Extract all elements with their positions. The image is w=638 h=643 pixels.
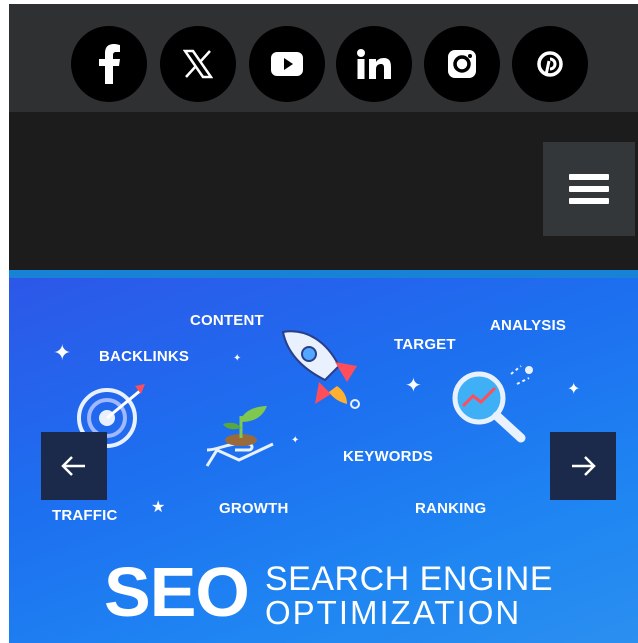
hamburger-menu-button[interactable] bbox=[543, 142, 635, 236]
x-icon bbox=[183, 49, 213, 79]
social-bar bbox=[9, 4, 638, 112]
star-icon: ★ bbox=[151, 499, 166, 516]
hero-title-line1: SEARCH ENGINE bbox=[265, 560, 553, 598]
plant-growth-icon bbox=[205, 406, 274, 467]
sparkle-icon: ✦ bbox=[405, 375, 422, 397]
pinterest-icon bbox=[537, 51, 563, 77]
linkedin-icon bbox=[357, 49, 391, 79]
hero-label-traffic: TRAFFIC bbox=[52, 507, 118, 524]
youtube-icon bbox=[271, 52, 303, 76]
x-link[interactable] bbox=[160, 26, 236, 102]
instagram-link[interactable] bbox=[424, 26, 500, 102]
linkedin-link[interactable] bbox=[336, 26, 412, 102]
hero-label-backlinks: BACKLINKS bbox=[99, 348, 190, 365]
slider-next-button[interactable] bbox=[550, 432, 616, 500]
nav-bar bbox=[9, 112, 638, 270]
facebook-link[interactable] bbox=[71, 26, 147, 102]
hero-label-ranking: RANKING bbox=[415, 500, 487, 517]
sparkle-icon: ✦ bbox=[291, 435, 300, 446]
hamburger-menu-icon-bar bbox=[569, 186, 609, 192]
hamburger-menu-icon-bar bbox=[569, 198, 609, 204]
hamburger-menu-icon bbox=[569, 174, 609, 180]
accent-divider bbox=[9, 270, 638, 278]
rocket-icon bbox=[281, 330, 360, 409]
page-frame: ✦ ✦ ✦ ✦ ✦ ★ ★ bbox=[9, 4, 638, 643]
arrow-right-icon bbox=[572, 456, 596, 476]
sparkle-icon: ✦ bbox=[567, 381, 581, 398]
hero-label-analysis: ANALYSIS bbox=[490, 317, 567, 334]
sparkle-icon: ✦ bbox=[233, 353, 242, 364]
hero-label-target: TARGET bbox=[394, 336, 456, 353]
hero-label-content: CONTENT bbox=[190, 312, 264, 329]
slider-prev-button[interactable] bbox=[41, 432, 107, 500]
facebook-icon bbox=[99, 44, 120, 84]
magnifier-analysis-icon bbox=[452, 365, 533, 443]
instagram-icon bbox=[448, 50, 476, 78]
hero-title-line2: OPTIMIZATION bbox=[265, 594, 522, 631]
arrow-left-icon bbox=[61, 456, 85, 476]
hero-slider: ✦ ✦ ✦ ✦ ✦ ★ ★ bbox=[9, 278, 638, 643]
sparkle-icon: ✦ bbox=[53, 340, 72, 365]
hero-label-growth: GROWTH bbox=[219, 500, 289, 517]
hero-label-keywords: KEYWORDS bbox=[343, 448, 433, 465]
pinterest-link[interactable] bbox=[512, 26, 588, 102]
hero-title-seo: SEO bbox=[104, 553, 250, 631]
youtube-link[interactable] bbox=[249, 26, 325, 102]
